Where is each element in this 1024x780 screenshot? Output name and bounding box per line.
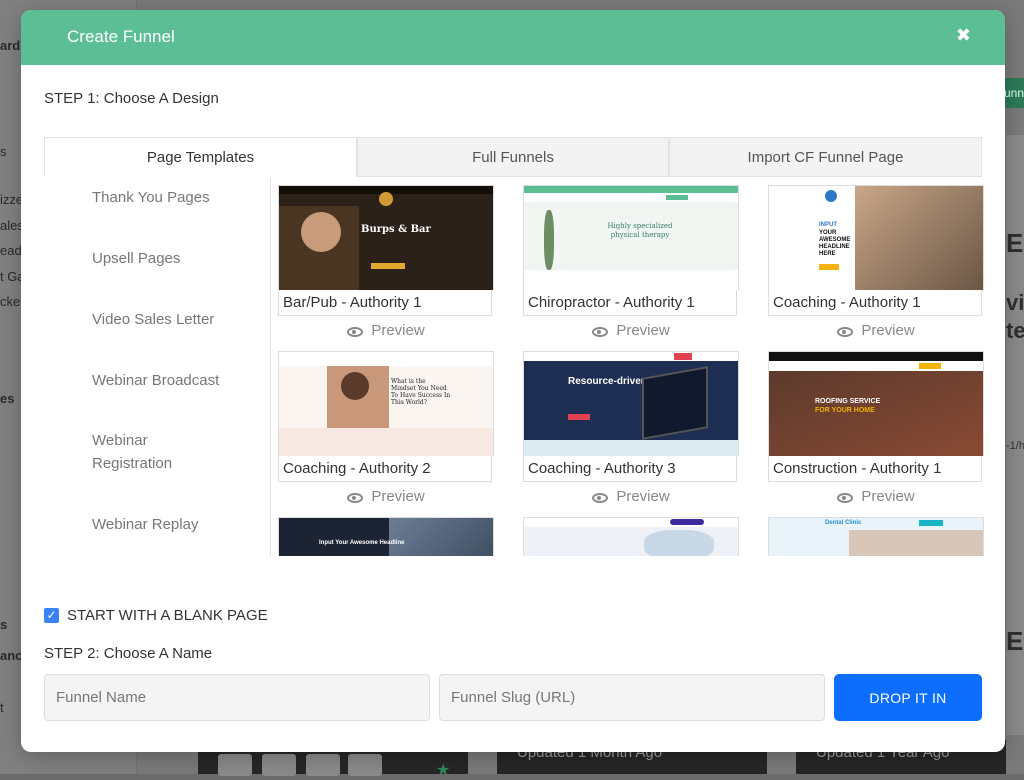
template-card[interactable]: Resource-driven. Coaching - Authority 3 … xyxy=(523,351,739,512)
funnel-name-input[interactable] xyxy=(44,674,430,721)
sidebar-fragment: ard xyxy=(0,38,21,53)
template-thumbnail[interactable]: INPUT YOUR AWESOME HEADLINE HERE xyxy=(768,185,984,290)
preview-link[interactable]: Preview xyxy=(523,316,739,346)
modal-title: Create Funnel xyxy=(67,27,175,46)
sidebar-fragment: t xyxy=(0,700,4,715)
preview-label: Preview xyxy=(861,488,915,505)
sidebar-fragment: s xyxy=(0,617,8,632)
template-name: Coaching - Authority 1 xyxy=(768,290,982,316)
template-thumbnail[interactable]: Burps & Bar xyxy=(278,185,494,290)
right-fragment: E xyxy=(1006,228,1024,258)
preview-link[interactable]: Preview xyxy=(278,316,494,346)
preview-link[interactable]: Preview xyxy=(768,316,984,346)
template-card[interactable]: INPUT YOUR AWESOME HEADLINE HERE Coachin… xyxy=(768,185,984,346)
preview-label: Preview xyxy=(616,488,670,505)
edit-icon xyxy=(262,754,296,776)
thumbnail-headline: Highly specialized physical therapy xyxy=(607,222,673,239)
thumbnail-headline: Dental Clinic xyxy=(825,520,862,526)
template-name: Coaching - Authority 3 xyxy=(523,456,737,482)
template-name: Bar/Pub - Authority 1 xyxy=(278,290,492,316)
eye-icon xyxy=(592,493,609,503)
thumbnail-kicker: INPUT xyxy=(819,222,837,228)
tab-page-templates[interactable]: Page Templates xyxy=(44,137,357,177)
create-funnel-modal: Create Funnel ✖ STEP 1: Choose A Design … xyxy=(21,10,1005,752)
blank-page-option[interactable]: ✓ START WITH A BLANK PAGE xyxy=(44,607,268,624)
preview-label: Preview xyxy=(371,488,425,505)
funnel-slug-input[interactable] xyxy=(439,674,825,721)
template-name: Coaching - Authority 2 xyxy=(278,456,492,482)
tab-import-cf-funnel-page[interactable]: Import CF Funnel Page xyxy=(669,137,982,177)
preview-label: Preview xyxy=(861,322,915,339)
template-card[interactable]: Burps & Bar Bar/Pub - Authority 1 Previe… xyxy=(278,185,494,346)
sidebar-fragment: es xyxy=(0,391,15,406)
thumbnail-headline: Resource-driven. xyxy=(568,376,650,387)
eye-icon xyxy=(837,493,854,503)
eye-icon xyxy=(347,493,364,503)
modal-header: Create Funnel ✖ xyxy=(21,10,1005,65)
template-thumbnail[interactable]: ROOFING SERVICE FOR YOUR HOME xyxy=(768,351,984,456)
template-card[interactable]: Dental Clinic xyxy=(768,517,984,556)
preview-label: Preview xyxy=(616,322,670,339)
preview-link[interactable]: Preview xyxy=(768,482,984,512)
eye-icon xyxy=(592,327,609,337)
right-fragment: E xyxy=(1006,626,1024,656)
template-thumbnail[interactable] xyxy=(523,517,739,556)
template-card[interactable]: Highly specialized physical therapy Chir… xyxy=(523,185,739,346)
template-thumbnail[interactable]: Dental Clinic xyxy=(768,517,984,556)
template-name: Chiropractor - Authority 1 xyxy=(523,290,737,316)
category-webinar-replay[interactable]: Webinar Replay xyxy=(92,513,252,536)
thumbnail-headline: ROOFING SERVICE xyxy=(815,398,881,405)
preview-label: Preview xyxy=(371,322,425,339)
thumbnail-headline: Input Your Awesome Headline xyxy=(319,540,405,546)
template-card[interactable]: What is the Mindset You Need To Have Suc… xyxy=(278,351,494,512)
thumbnail-headline: What is the Mindset You Need To Have Suc… xyxy=(391,378,451,406)
eye-icon xyxy=(837,327,854,337)
thumbnail-headline: Burps & Bar xyxy=(361,224,431,235)
step1-heading: STEP 1: Choose A Design xyxy=(44,90,219,107)
template-card[interactable] xyxy=(523,517,739,556)
copy-icon xyxy=(306,754,340,776)
right-fragment-small: -1/h xyxy=(1006,440,1024,452)
blank-page-checkbox[interactable]: ✓ xyxy=(44,608,59,623)
blank-page-label: START WITH A BLANK PAGE xyxy=(67,607,268,624)
template-thumbnail[interactable]: What is the Mindset You Need To Have Suc… xyxy=(278,351,494,456)
sidebar-fragment: ead xyxy=(0,243,22,258)
thumbnail-headline: YOUR AWESOME HEADLINE HERE xyxy=(819,230,851,257)
template-thumbnail[interactable]: Highly specialized physical therapy xyxy=(523,185,739,290)
close-icon[interactable]: ✖ xyxy=(956,25,971,46)
template-card[interactable]: ROOFING SERVICE FOR YOUR HOME Constructi… xyxy=(768,351,984,512)
category-webinar-registration[interactable]: Webinar Registration xyxy=(92,429,212,475)
design-tabs: Page Templates Full Funnels Import CF Fu… xyxy=(44,137,982,177)
template-thumbnail[interactable]: Input Your Awesome Headline xyxy=(278,517,494,556)
category-thank-you-pages[interactable]: Thank You Pages xyxy=(92,186,252,209)
preview-link[interactable]: Preview xyxy=(523,482,739,512)
template-name: Construction - Authority 1 xyxy=(768,456,982,482)
sidebar-fragment: s xyxy=(0,144,7,159)
step2-heading: STEP 2: Choose A Name xyxy=(44,645,213,662)
template-grid: Burps & Bar Bar/Pub - Authority 1 Previe… xyxy=(278,185,984,556)
sidebar-fragment: izze xyxy=(0,192,24,207)
right-fragment: vi xyxy=(1006,290,1024,315)
category-upsell-pages[interactable]: Upsell Pages xyxy=(92,247,252,270)
right-fragment: te xyxy=(1006,318,1024,343)
thumbnail-subheadline: FOR YOUR HOME xyxy=(815,407,875,414)
background-new-funnel-button: unn xyxy=(1004,78,1024,108)
eye-icon xyxy=(347,327,364,337)
preview-link[interactable]: Preview xyxy=(278,482,494,512)
tab-full-funnels[interactable]: Full Funnels xyxy=(357,137,669,177)
template-card[interactable]: Input Your Awesome Headline xyxy=(278,517,494,556)
eye-icon xyxy=(218,754,252,776)
trash-icon xyxy=(348,754,382,776)
star-icon: ★ xyxy=(436,762,451,779)
template-category-list: Thank You Pages Upsell Pages Video Sales… xyxy=(44,178,271,556)
category-webinar-broadcast[interactable]: Webinar Broadcast xyxy=(92,369,252,392)
category-video-sales-letter[interactable]: Video Sales Letter xyxy=(92,308,252,331)
drop-it-in-button[interactable]: DROP IT IN xyxy=(834,674,982,721)
template-thumbnail[interactable]: Resource-driven. xyxy=(523,351,739,456)
background-button-label: unn xyxy=(1004,86,1024,100)
